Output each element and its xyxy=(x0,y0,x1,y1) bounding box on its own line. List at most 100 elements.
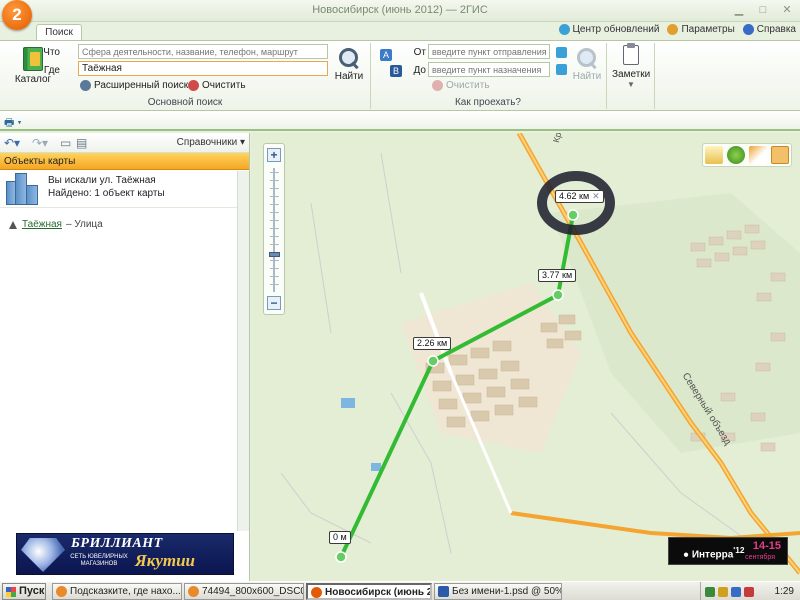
taskbar: Пуск Подсказките, где нахо... 74494_800x… xyxy=(0,581,800,600)
panel-nav-bar: ↶▾ ↷▾ ▭ ▤ Справочники ▾ xyxy=(0,133,249,153)
close-button[interactable]: ✕ xyxy=(776,2,798,18)
diamond-icon xyxy=(21,538,65,572)
search-find-button[interactable]: Найти xyxy=(334,47,364,82)
notes-label: Заметки xyxy=(612,69,651,80)
export-icon[interactable]: ▤ xyxy=(76,136,87,150)
interra-year: '12 xyxy=(733,545,745,555)
to-pin-icon[interactable] xyxy=(556,64,567,75)
taskbar-item[interactable]: Без имени-1.psd @ 50%... xyxy=(434,583,562,600)
browser-icon xyxy=(56,586,67,597)
ad-brand: БРИЛЛИАНТ xyxy=(71,536,163,551)
pond xyxy=(341,398,355,408)
updates-center-link[interactable]: Центр обновлений xyxy=(558,24,660,35)
app-logo-icon[interactable]: 2 xyxy=(2,0,32,30)
main-search-group-label: Основной поиск xyxy=(147,97,223,108)
interra-dates: 14-15 xyxy=(752,540,781,552)
taskbar-item-label: Новосибирск (июнь 2... xyxy=(325,587,432,598)
from-pin-icon[interactable] xyxy=(556,47,567,58)
interra-ad-banner[interactable]: ● Интерра'12 14-15 сентября xyxy=(668,537,788,565)
advanced-search-link[interactable]: Расширенный поиск xyxy=(80,80,188,91)
from-label: От xyxy=(413,47,426,58)
to-input[interactable] xyxy=(428,62,550,77)
street-icon xyxy=(8,220,18,230)
distance-marker: 3.77 км xyxy=(538,269,577,282)
tray-icon[interactable] xyxy=(718,586,728,597)
notes-button[interactable]: Заметки ▼ xyxy=(612,43,651,89)
taskbar-item-active[interactable]: Новосибирск (июнь 2... xyxy=(306,583,432,600)
top-links: Центр обновлений Параметры Справка xyxy=(558,24,796,35)
tray-icon[interactable] xyxy=(744,586,754,597)
what-input[interactable] xyxy=(78,44,328,59)
select-area-icon[interactable] xyxy=(771,146,789,164)
result-name-link[interactable]: Таёжная xyxy=(22,219,62,230)
clear-route-link[interactable]: Очистить xyxy=(432,80,490,91)
pond xyxy=(371,463,381,471)
route-search-icon xyxy=(576,47,598,69)
ruler-icon[interactable] xyxy=(705,146,723,164)
jewelry-ad-banner[interactable]: БРИЛЛИАНТ СЕТЬ ЮВЕЛИРНЫХ МАГАЗИНОВ Якути… xyxy=(16,533,234,575)
quick-access-bar: 🖶 ▾ xyxy=(0,111,800,131)
tray-icon[interactable] xyxy=(705,586,715,597)
browser-icon xyxy=(188,586,199,597)
ribbon-separator xyxy=(606,43,607,109)
clear-search-link[interactable]: Очистить xyxy=(188,80,246,91)
taskbar-item[interactable]: Подсказките, где нахо... xyxy=(52,583,182,600)
forward-icon[interactable]: ↷▾ xyxy=(32,136,48,150)
interra-brand-text: Интерра xyxy=(691,549,734,561)
map-view[interactable]: + − 0 м 2.26 км 3.77 км 4.62 км ✕ Северны… xyxy=(251,133,800,581)
close-icon[interactable]: ✕ xyxy=(592,191,600,201)
zoom-in-button[interactable]: + xyxy=(267,148,281,162)
taskbar-item-label: Без имени-1.psd @ 50%... xyxy=(452,586,562,597)
map-objects-header: Объекты карты xyxy=(0,153,249,170)
route-find-button[interactable]: Найти xyxy=(572,47,602,82)
distance-marker: 0 м xyxy=(329,531,351,544)
taskbar-item-label: Подсказките, где нахо... xyxy=(70,586,181,597)
minimize-button[interactable]: ▁ xyxy=(728,2,750,18)
result-type: – Улица xyxy=(65,219,103,230)
maximize-button[interactable]: □ xyxy=(752,2,774,18)
taskbar-item[interactable]: 74494_800x600_DSC05... xyxy=(184,583,304,600)
found-count-text: Найдено: 1 объект карты xyxy=(48,188,165,199)
map-canvas[interactable] xyxy=(251,133,800,581)
map-toolbar xyxy=(702,143,792,167)
from-input[interactable] xyxy=(428,44,550,59)
marker-icon[interactable] xyxy=(749,146,767,164)
zoom-slider-thumb[interactable] xyxy=(269,252,280,257)
help-link[interactable]: Справка xyxy=(742,24,796,35)
layers-icon[interactable] xyxy=(727,146,745,164)
interra-brand: ● Интерра'12 xyxy=(683,545,745,561)
settings-link[interactable]: Параметры xyxy=(667,24,735,35)
print-icon[interactable]: ▭ xyxy=(60,136,71,150)
eraser-icon xyxy=(188,80,199,91)
ribbon-separator xyxy=(654,43,655,109)
zoom-control: + − xyxy=(263,143,285,315)
back-icon[interactable]: ↶▾ xyxy=(4,136,20,150)
start-button[interactable]: Пуск xyxy=(2,583,46,600)
clock: 1:29 xyxy=(774,586,794,597)
route-point-a-icon: A xyxy=(380,49,392,61)
panel-scrollbar[interactable] xyxy=(237,171,249,531)
route-point xyxy=(567,209,579,221)
where-input[interactable]: Таёжная xyxy=(78,61,328,76)
settings-icon xyxy=(667,24,679,35)
zoom-out-button[interactable]: − xyxy=(267,296,281,310)
print-icon[interactable]: 🖶 ▾ xyxy=(4,114,22,133)
updates-center-label: Центр обновлений xyxy=(572,24,660,35)
ad-tagline: СЕТЬ ЮВЕЛИРНЫХ МАГАЗИНОВ xyxy=(70,554,128,567)
reference-dropdown[interactable]: Справочники ▾ xyxy=(177,137,245,148)
route-point-b-icon: B xyxy=(390,65,402,77)
ribbon-separator xyxy=(370,43,371,109)
search-summary: Вы искали ул. Таёжная Найдено: 1 объект … xyxy=(0,170,249,208)
chevron-down-icon: ▼ xyxy=(627,80,635,89)
2gis-icon xyxy=(311,587,322,598)
ribbon: Каталог Что Где Таёжная Найти Расширенны… xyxy=(0,40,800,111)
title-bar: 2 Новосибирск (июнь 2012) — 2ГИС ▁ □ ✕ xyxy=(0,0,800,30)
advanced-search-label: Расширенный поиск xyxy=(94,80,189,91)
distance-marker-text: 4.62 км xyxy=(559,191,590,201)
list-item[interactable]: Таёжная – Улица xyxy=(8,219,103,230)
help-label: Справка xyxy=(756,24,796,35)
advanced-search-icon xyxy=(80,80,91,91)
tray-icon[interactable] xyxy=(731,586,741,597)
tab-search[interactable]: Поиск xyxy=(36,24,82,41)
help-icon xyxy=(742,24,754,35)
